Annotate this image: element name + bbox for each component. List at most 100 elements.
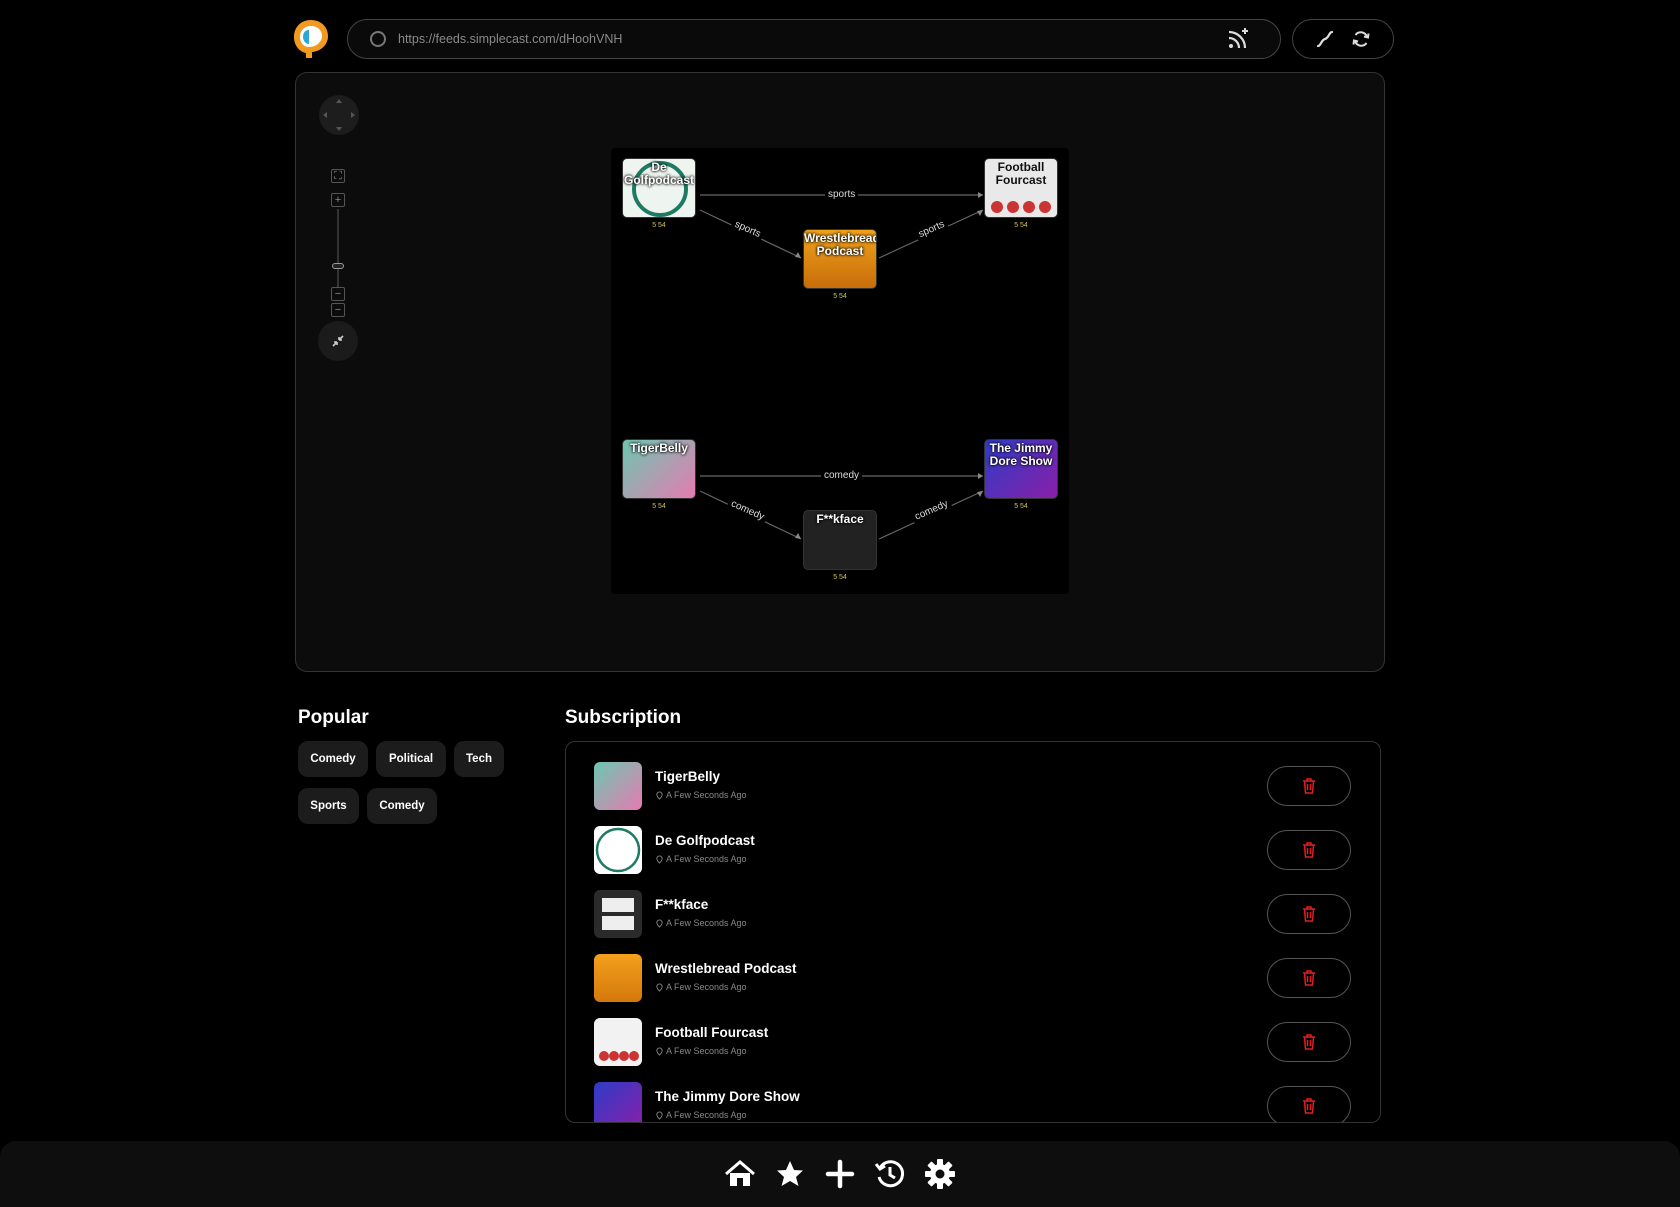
graph-node-football[interactable]: Football Fourcast (984, 158, 1058, 218)
feed-url-text[interactable]: https://feeds.simplecast.com/dHoohVNH (398, 32, 1226, 46)
header-actions (1292, 19, 1394, 59)
plus-icon[interactable] (824, 1158, 856, 1190)
podcast-name[interactable]: Wrestlebread Podcast (655, 961, 797, 976)
graph-node-title: Football Fourcast (995, 160, 1047, 187)
graph-node-stats: 5 54 (652, 503, 666, 510)
graph-node-fkface[interactable]: F**kface (803, 510, 877, 570)
podcast-thumbnail (594, 890, 642, 938)
subscription-item[interactable]: De Golfpodcast A Few Seconds Ago (594, 826, 1354, 876)
fit-screen-icon[interactable]: ⛶ (331, 169, 345, 183)
graph-node-stats: 5 54 (833, 574, 847, 581)
pin-icon (656, 1110, 663, 1120)
graph-node-stats: 5 54 (1014, 503, 1028, 510)
delete-subscription-button[interactable] (1267, 894, 1351, 934)
graph-node-title: Wrestlebread Podcast (804, 231, 877, 258)
podcast-name[interactable]: Football Fourcast (655, 1025, 768, 1040)
edge-label: comedy (821, 470, 863, 481)
trash-icon (1303, 1098, 1315, 1114)
graph-node-stats: 5 54 (833, 293, 847, 300)
graph-navigation-controls: ⛶ + − − (318, 95, 362, 345)
delete-subscription-button[interactable] (1267, 766, 1351, 806)
podcast-thumbnail (594, 1082, 642, 1122)
podcast-time: A Few Seconds Ago (655, 918, 747, 928)
edge-label: sports (825, 189, 859, 200)
subscription-item[interactable]: Wrestlebread Podcast A Few Seconds Ago (594, 954, 1354, 1004)
podcast-name[interactable]: The Jimmy Dore Show (655, 1089, 800, 1104)
gear-icon[interactable] (924, 1158, 956, 1190)
podcast-time: A Few Seconds Ago (655, 854, 747, 864)
graph-node-tigerbelly[interactable]: TigerBelly (622, 439, 696, 499)
podcast-time-text: A Few Seconds Ago (666, 854, 747, 864)
home-icon[interactable] (724, 1158, 756, 1190)
zoom-out-more-button[interactable]: − (331, 303, 345, 317)
graph-node-title: The Jimmy Dore Show (989, 441, 1053, 468)
podcast-thumbnail (594, 762, 642, 810)
podcast-thumbnail (594, 1018, 642, 1066)
podcast-time: A Few Seconds Ago (655, 982, 747, 992)
trash-icon (1303, 1034, 1315, 1050)
star-icon[interactable] (774, 1158, 806, 1190)
podcast-time-text: A Few Seconds Ago (666, 918, 747, 928)
podcast-thumbnail (594, 826, 642, 874)
delete-subscription-button[interactable] (1267, 1086, 1351, 1122)
graph-node-wrestlebread[interactable]: Wrestlebread Podcast (803, 229, 877, 289)
trash-icon (1303, 970, 1315, 986)
tag-chip[interactable]: Sports (298, 788, 359, 824)
delete-subscription-button[interactable] (1267, 1022, 1351, 1062)
podcast-time: A Few Seconds Ago (655, 1046, 747, 1056)
subscription-item[interactable]: F**kface A Few Seconds Ago (594, 890, 1354, 940)
subscription-item[interactable]: TigerBelly A Few Seconds Ago (594, 762, 1354, 812)
pin-icon (656, 854, 663, 864)
podcast-time: A Few Seconds Ago (655, 1110, 747, 1120)
subscription-title: Subscription (565, 707, 682, 728)
tag-chip[interactable]: Political (376, 741, 446, 777)
tag-chip[interactable]: Tech (454, 741, 504, 777)
zoom-slider-track[interactable] (337, 209, 339, 287)
delete-subscription-button[interactable] (1267, 958, 1351, 998)
graph-node-title: F**kface (816, 512, 864, 526)
pin-icon (656, 1046, 663, 1056)
popular-title: Popular (298, 707, 369, 728)
podcast-name[interactable]: De Golfpodcast (655, 833, 755, 848)
tag-chip[interactable]: Comedy (298, 741, 368, 777)
subscription-list[interactable]: TigerBelly A Few Seconds Ago De Golfpodc… (565, 741, 1381, 1123)
subscription-item[interactable]: The Jimmy Dore Show A Few Seconds Ago (594, 1082, 1354, 1122)
graph-node-title: De Golfpodcast (623, 160, 694, 187)
collapse-icon[interactable] (318, 321, 358, 361)
podcast-thumbnail (594, 954, 642, 1002)
feed-url-input[interactable]: https://feeds.simplecast.com/dHoohVNH (347, 19, 1281, 59)
history-icon[interactable] (874, 1158, 906, 1190)
podcast-time-text: A Few Seconds Ago (666, 982, 747, 992)
pin-icon (656, 918, 663, 928)
pin-icon (656, 790, 663, 800)
graph-node-stats: 5 54 (1014, 222, 1028, 229)
podcast-time: A Few Seconds Ago (655, 790, 747, 800)
graph-node-stats: 5 54 (652, 222, 666, 229)
tag-chip[interactable]: Comedy (367, 788, 437, 824)
trash-icon (1303, 842, 1315, 858)
graph-canvas[interactable]: sports sports sports comedy comedy comed… (611, 148, 1069, 594)
podcast-time-text: A Few Seconds Ago (666, 1046, 747, 1056)
refresh-icon[interactable] (1351, 29, 1371, 49)
graph-node-title: TigerBelly (630, 441, 688, 455)
podcast-time-text: A Few Seconds Ago (666, 790, 747, 800)
graph-node-golf[interactable]: De Golfpodcast (622, 158, 696, 218)
subscription-item[interactable]: Football Fourcast A Few Seconds Ago (594, 1018, 1354, 1068)
app-logo[interactable] (292, 18, 330, 60)
graph-node-jimmy-dore[interactable]: The Jimmy Dore Show (984, 439, 1058, 499)
status-circle-icon (370, 31, 386, 47)
bottom-navigation (0, 1141, 1680, 1207)
delete-subscription-button[interactable] (1267, 830, 1351, 870)
zoom-out-button[interactable]: − (331, 287, 345, 301)
podcast-name[interactable]: TigerBelly (655, 769, 720, 784)
trash-icon (1303, 906, 1315, 922)
zoom-in-button[interactable]: + (331, 193, 345, 207)
add-feed-rss-icon[interactable] (1226, 27, 1250, 51)
trash-icon (1303, 778, 1315, 794)
zoom-slider-thumb[interactable] (332, 263, 344, 269)
layout-curve-icon[interactable] (1315, 29, 1335, 49)
podcast-time-text: A Few Seconds Ago (666, 1110, 747, 1120)
podcast-name[interactable]: F**kface (655, 897, 708, 912)
pan-control[interactable] (319, 95, 359, 135)
pin-icon (656, 982, 663, 992)
